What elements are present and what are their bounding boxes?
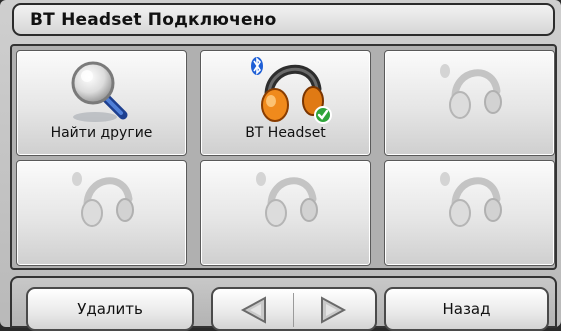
back-button[interactable]: Назад — [384, 287, 549, 331]
headset-empty-icon — [72, 172, 134, 227]
arrow-right-icon — [321, 296, 347, 324]
tile-empty-slot[interactable] — [384, 50, 555, 156]
tile-bt-headset[interactable]: BT Headset — [200, 50, 371, 156]
title-bar: BT Headset Подключено — [12, 3, 555, 36]
app-frame: BT Headset Подключено Найти другие BT He… — [0, 0, 561, 331]
tile-find-others[interactable]: Найти другие — [16, 50, 187, 156]
device-grid: Найти другие BT Headset — [10, 44, 557, 270]
delete-button-label: Удалить — [77, 300, 143, 318]
magnifier-icon — [71, 61, 128, 122]
tile-label: Найти другие — [50, 125, 153, 141]
prev-page-button[interactable] — [213, 289, 294, 329]
pager-controls — [211, 287, 377, 331]
bluetooth-icon — [251, 57, 263, 75]
page-title: BT Headset Подключено — [30, 10, 277, 30]
tile-empty-slot[interactable] — [384, 160, 555, 266]
tile-label: BT Headset — [245, 125, 326, 141]
check-icon — [314, 106, 332, 124]
bottom-toolbar: Удалить Назад — [10, 276, 557, 331]
headset-empty-icon — [440, 172, 502, 227]
headset-empty-icon — [440, 64, 502, 119]
delete-button[interactable]: Удалить — [26, 287, 194, 331]
back-button-label: Назад — [442, 300, 491, 318]
arrow-left-icon — [240, 296, 266, 324]
tile-empty-slot[interactable] — [200, 160, 371, 266]
next-page-button[interactable] — [294, 289, 375, 329]
tile-empty-slot[interactable] — [16, 160, 187, 266]
headset-connected-icon — [251, 57, 332, 124]
headset-empty-icon — [256, 172, 318, 227]
